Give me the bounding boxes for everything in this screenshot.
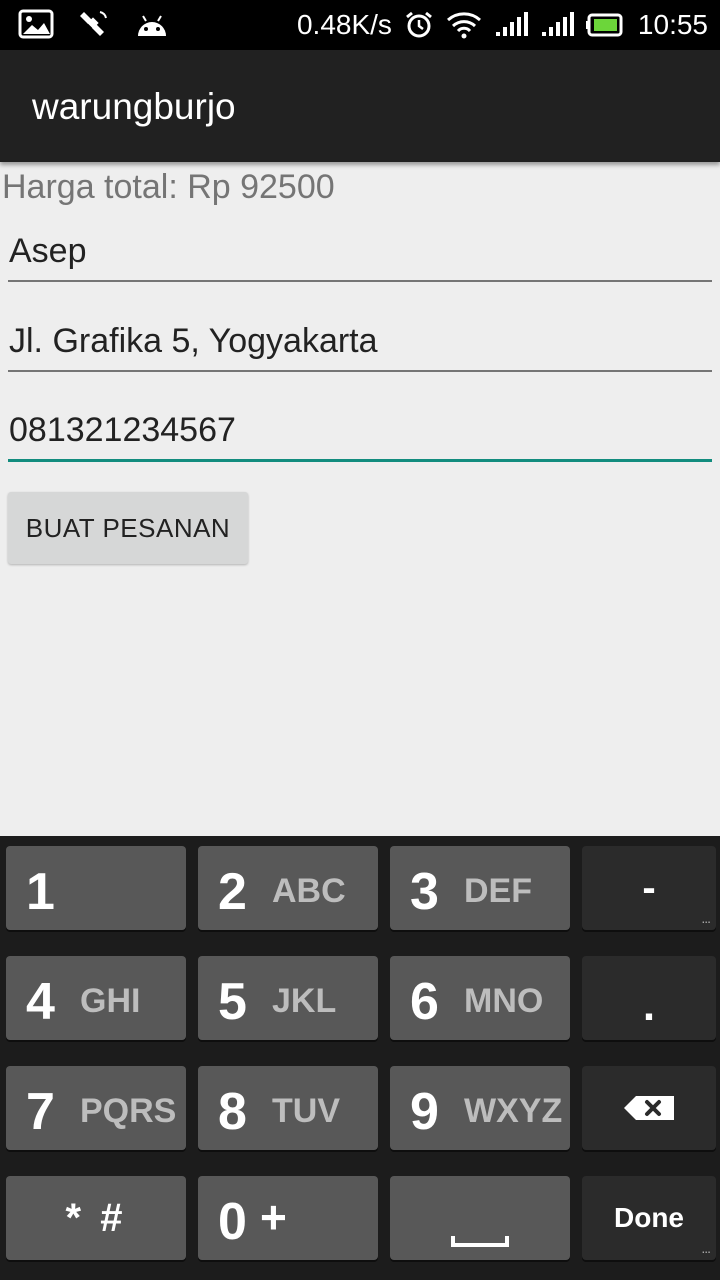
- wifi-icon: [446, 11, 482, 39]
- key-digit: 2: [218, 863, 247, 921]
- backspace-icon: [582, 1066, 716, 1150]
- key-space[interactable]: [390, 1176, 570, 1260]
- space-icon: [390, 1176, 570, 1260]
- key-backspace[interactable]: [582, 1066, 716, 1150]
- signal-icon: [494, 12, 528, 38]
- key-6[interactable]: 6 MNO: [390, 956, 570, 1040]
- key-letters: JKL: [272, 982, 337, 1020]
- satellite-icon: [78, 8, 110, 40]
- key-star-hash[interactable]: * #: [6, 1176, 186, 1260]
- key-letters: ABC: [272, 872, 346, 910]
- key-0[interactable]: 0 +: [198, 1176, 378, 1260]
- key-digit: 6: [410, 973, 439, 1031]
- order-button[interactable]: BUAT PESANAN: [8, 492, 248, 564]
- key-minus[interactable]: - ...: [582, 846, 716, 930]
- key-4[interactable]: 4 GHI: [6, 956, 186, 1040]
- phone-input[interactable]: [8, 402, 712, 459]
- phone-field[interactable]: [8, 402, 712, 462]
- key-letters: +: [260, 1191, 287, 1243]
- order-form: Harga total: Rp 92500 BUAT PESANAN: [0, 162, 720, 836]
- app-title: warungburjo: [32, 86, 236, 127]
- name-input[interactable]: [8, 222, 712, 280]
- key-digit: 9: [410, 1083, 439, 1141]
- numeric-keyboard: 1 2 ABC 3 DEF - ... 4 GHI 5 JKL 6 MNO . …: [0, 836, 720, 1280]
- key-star-hash-label: * #: [65, 1195, 127, 1240]
- more-dots: ...: [701, 910, 711, 926]
- key-1[interactable]: 1: [6, 846, 186, 930]
- key-8[interactable]: 8 TUV: [198, 1066, 378, 1150]
- key-letters: PQRS: [80, 1092, 177, 1130]
- key-9[interactable]: 9 WXYZ: [390, 1066, 570, 1150]
- action-bar: warungburjo: [0, 50, 720, 162]
- key-letters: MNO: [464, 982, 544, 1020]
- key-digit: 1: [26, 863, 55, 921]
- key-done-label: Done: [614, 1202, 684, 1233]
- key-letters: WXYZ: [464, 1092, 563, 1130]
- key-letters: DEF: [464, 872, 532, 910]
- net-speed-text: 0.48K/s: [296, 9, 392, 40]
- name-field[interactable]: [8, 222, 712, 282]
- key-dot[interactable]: .: [582, 956, 716, 1040]
- key-minus-label: -: [642, 865, 656, 910]
- total-price-label: Harga total: Rp 92500: [2, 168, 335, 206]
- key-digit: 4: [26, 973, 55, 1031]
- clock-text: 10:55: [637, 9, 708, 40]
- gallery-icon: [18, 9, 54, 39]
- key-3[interactable]: 3 DEF: [390, 846, 570, 930]
- signal-icon: [540, 12, 574, 38]
- key-7[interactable]: 7 PQRS: [6, 1066, 186, 1150]
- status-bar: 0.48K/s 10:55: [0, 0, 720, 50]
- key-digit: 7: [26, 1083, 55, 1141]
- key-digit: 0: [218, 1193, 247, 1251]
- key-digit: 8: [218, 1083, 247, 1141]
- android-icon: [134, 10, 170, 38]
- more-dots: ...: [701, 1240, 711, 1256]
- key-5[interactable]: 5 JKL: [198, 956, 378, 1040]
- key-digit: 5: [218, 973, 247, 1031]
- key-digit: 3: [410, 863, 439, 921]
- address-field[interactable]: [8, 312, 712, 372]
- address-input[interactable]: [8, 312, 712, 370]
- key-done[interactable]: Done ...: [582, 1176, 716, 1260]
- key-letters: TUV: [272, 1092, 340, 1130]
- alarm-icon: [404, 10, 434, 40]
- key-dot-label: .: [642, 981, 656, 1030]
- key-letters: GHI: [80, 982, 141, 1020]
- battery-icon: [585, 13, 626, 37]
- key-2[interactable]: 2 ABC: [198, 846, 378, 930]
